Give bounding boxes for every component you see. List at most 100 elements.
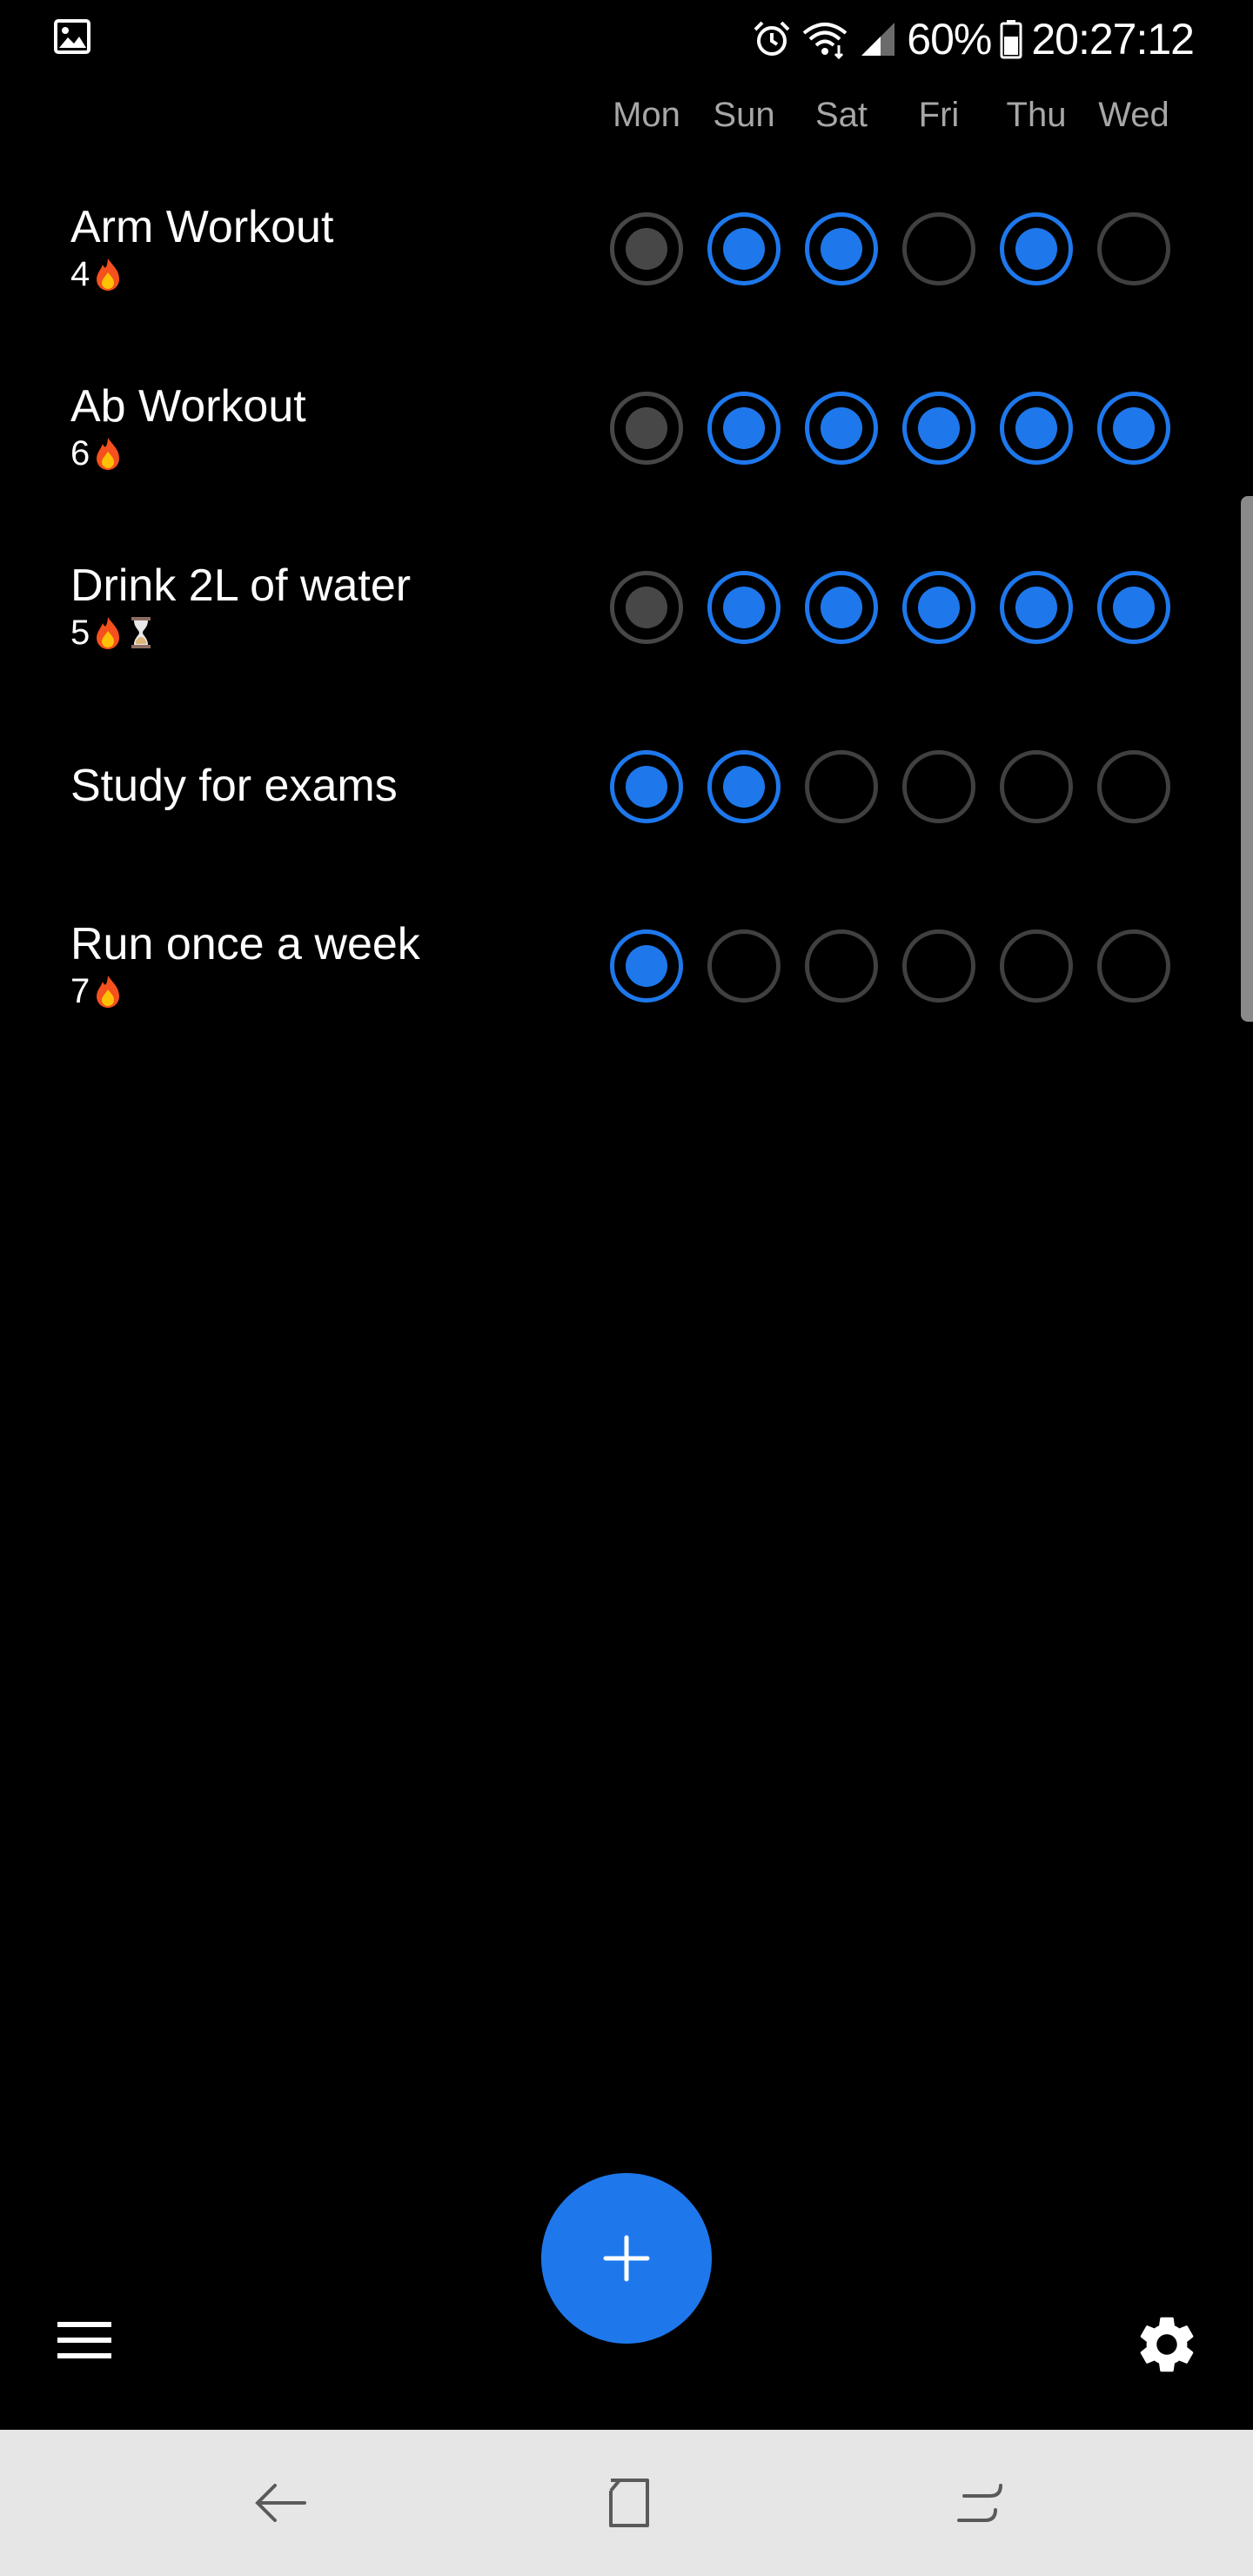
status-icons: 60% 20:27:12 [752, 9, 1195, 70]
check-dot [1113, 766, 1155, 808]
day-label: Sat [814, 96, 868, 134]
back-button[interactable] [237, 2459, 324, 2546]
recents-icon [957, 2484, 1002, 2522]
check-dot [1015, 766, 1057, 808]
habit-name: Run once a week [70, 919, 420, 969]
habit-info[interactable]: Ab Workout 6 [70, 338, 575, 517]
habit-streak: 6 [70, 433, 575, 474]
check-cell-sun[interactable] [707, 571, 781, 644]
check-dot [723, 407, 765, 449]
add-habit-button[interactable] [541, 2173, 712, 2344]
check-dot [1015, 228, 1057, 270]
check-dot [1113, 228, 1155, 270]
check-dot [723, 945, 765, 987]
check-cell-mon[interactable] [610, 929, 683, 1003]
habit-streak: 5 [70, 612, 575, 654]
clock: 20:27:12 [1031, 15, 1195, 64]
fire-icon [93, 974, 123, 1009]
scrollbar[interactable] [1241, 496, 1253, 1022]
menu-button[interactable] [54, 2315, 117, 2367]
check-dot [626, 945, 667, 987]
streak-count: 6 [70, 434, 90, 473]
check-cell-wed[interactable] [1097, 571, 1170, 644]
check-dot [1113, 407, 1155, 449]
check-cell-fri[interactable] [902, 750, 975, 823]
check-dot [918, 228, 960, 270]
alarm-icon [752, 19, 792, 59]
day-label: Sun [713, 96, 775, 134]
check-dot [723, 766, 765, 808]
check-dot [918, 587, 960, 628]
status-bar: 60% 20:27:12 [0, 0, 1253, 77]
habit-info[interactable]: Run once a week 7 [70, 875, 575, 1055]
check-dot [821, 945, 862, 987]
home-icon [609, 2479, 649, 2527]
check-cell-fri[interactable] [902, 392, 975, 465]
streak-count: 4 [70, 255, 90, 293]
hamburger-menu-icon [57, 2322, 111, 2358]
check-dot [1113, 945, 1155, 987]
check-cell-sat[interactable] [805, 212, 878, 285]
gear-icon [1140, 2317, 1194, 2372]
check-cell-wed[interactable] [1097, 392, 1170, 465]
check-cell-thu[interactable] [1000, 571, 1073, 644]
check-dot [821, 407, 862, 449]
habit-info[interactable]: Arm Workout 4 [70, 158, 575, 338]
check-cell-wed[interactable] [1097, 212, 1170, 285]
check-cell-mon[interactable] [610, 571, 683, 644]
gallery-icon [54, 19, 90, 54]
check-cell-wed[interactable] [1097, 750, 1170, 823]
day-label: Wed [1098, 96, 1169, 134]
check-cell-sun[interactable] [707, 929, 781, 1003]
fire-icon [93, 257, 123, 292]
check-dot [723, 228, 765, 270]
check-cell-sat[interactable] [805, 929, 878, 1003]
check-cell-thu[interactable] [1000, 392, 1073, 465]
habit-info[interactable]: Drink 2L of water 5 [70, 517, 575, 696]
habit-info[interactable]: Study for exams [70, 696, 575, 875]
battery-percent: 60% [907, 15, 992, 64]
check-cell-mon[interactable] [610, 392, 683, 465]
habit-streak: 4 [70, 253, 575, 295]
check-cell-fri[interactable] [902, 929, 975, 1003]
wifi-icon [801, 19, 849, 59]
habit-row: Arm Workout 4 [0, 158, 1253, 338]
check-cell-sat[interactable] [805, 750, 878, 823]
check-cell-fri[interactable] [902, 571, 975, 644]
habit-row: Run once a week 7 [0, 875, 1253, 1055]
plus-icon [603, 2235, 650, 2282]
home-button[interactable] [583, 2459, 670, 2546]
check-cell-sun[interactable] [707, 392, 781, 465]
streak-count: 5 [70, 614, 90, 652]
settings-button[interactable] [1133, 2311, 1201, 2378]
check-cell-thu[interactable] [1000, 212, 1073, 285]
check-dot [626, 766, 667, 808]
recents-button[interactable] [938, 2459, 1025, 2546]
check-cell-mon[interactable] [610, 212, 683, 285]
check-cell-fri[interactable] [902, 212, 975, 285]
habit-row: Study for exams [0, 696, 1253, 875]
check-cell-sat[interactable] [805, 392, 878, 465]
hourglass-icon [126, 615, 156, 650]
check-cell-mon[interactable] [610, 750, 683, 823]
check-cell-sun[interactable] [707, 212, 781, 285]
habit-name: Study for exams [70, 761, 398, 811]
check-cell-sun[interactable] [707, 750, 781, 823]
system-nav-bar [0, 2430, 1253, 2576]
check-dot [1113, 587, 1155, 628]
check-cell-thu[interactable] [1000, 929, 1073, 1003]
fire-icon [93, 615, 123, 650]
fire-icon [93, 436, 123, 471]
day-label: Thu [1006, 96, 1067, 134]
check-cell-thu[interactable] [1000, 750, 1073, 823]
check-cell-sat[interactable] [805, 571, 878, 644]
check-dot [918, 407, 960, 449]
check-dot [821, 766, 862, 808]
habit-name: Ab Workout [70, 381, 306, 432]
check-dot [1015, 945, 1057, 987]
check-dot [626, 228, 667, 270]
back-icon [255, 2484, 306, 2522]
signal-icon [858, 19, 898, 59]
check-cell-wed[interactable] [1097, 929, 1170, 1003]
day-label: Fri [918, 96, 960, 134]
